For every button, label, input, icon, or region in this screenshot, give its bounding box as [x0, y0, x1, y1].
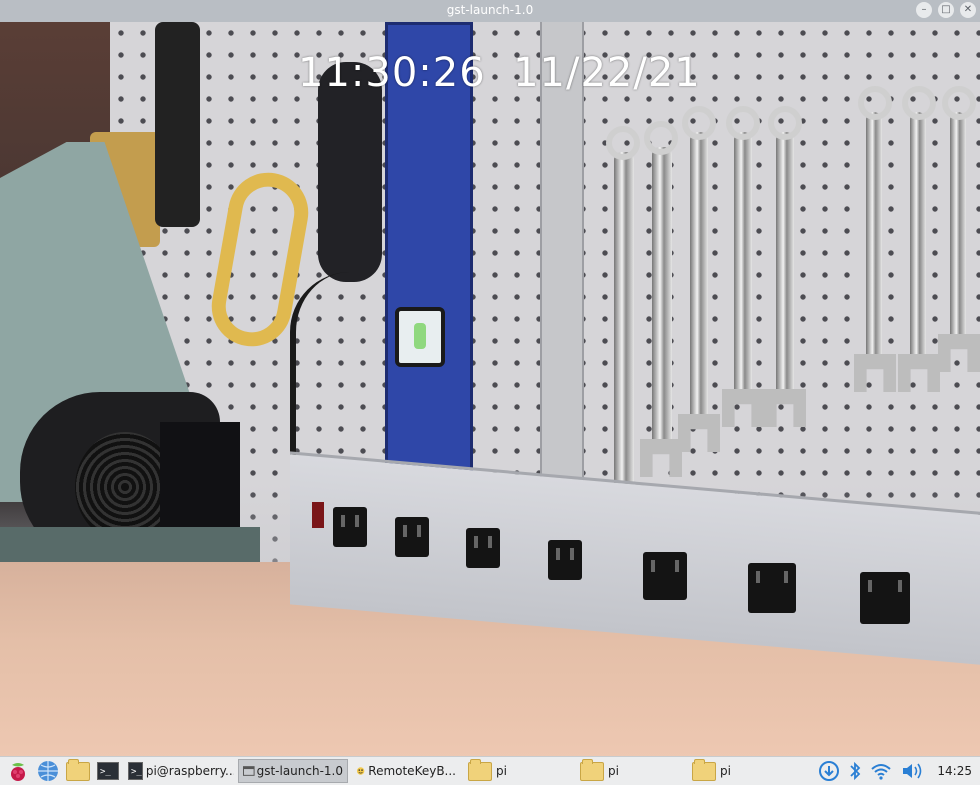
task-folder-pi[interactable]: pi — [576, 759, 684, 783]
outlet — [333, 507, 367, 547]
task-label: pi@raspberry... — [145, 764, 234, 778]
taskbar-clock[interactable]: 14:25 — [937, 764, 972, 778]
volume-icon[interactable] — [901, 762, 923, 780]
terminal-icon[interactable]: >_ — [96, 759, 120, 783]
wrench — [768, 106, 802, 397]
close-icon[interactable]: ✕ — [960, 2, 976, 18]
updates-icon[interactable] — [819, 761, 840, 781]
outlet — [748, 563, 796, 613]
timestamp-overlay: 11:30:26 11/22/21 — [298, 50, 701, 96]
task-label: pi — [496, 764, 507, 778]
system-tray: 14:25 — [819, 761, 980, 781]
hammer — [155, 22, 200, 227]
power-switch — [312, 502, 324, 528]
folder-icon — [468, 759, 492, 781]
outlet — [466, 528, 500, 568]
task-folder-pi[interactable]: pi — [464, 759, 572, 783]
task-gst-launch[interactable]: gst-launch-1.0 — [238, 759, 348, 783]
wrench — [682, 106, 716, 422]
wrench — [902, 86, 936, 362]
wrench — [726, 106, 760, 397]
raspberry-menu-icon[interactable] — [6, 759, 30, 783]
task-label: pi — [608, 764, 619, 778]
window-icon — [243, 766, 255, 776]
window-title: gst-launch-1.0 — [446, 3, 534, 17]
folder-icon — [692, 759, 716, 781]
outlet — [860, 572, 910, 624]
task-label: pi — [720, 764, 731, 778]
bluetooth-icon[interactable] — [849, 761, 861, 781]
file-manager-icon[interactable] — [66, 758, 90, 783]
task-folder-pi[interactable]: pi — [688, 759, 788, 783]
task-terminal[interactable]: >_ pi@raspberry... — [124, 759, 234, 783]
terminal-icon: >_ — [128, 762, 143, 780]
wrench — [942, 86, 976, 342]
window-titlebar[interactable]: gst-launch-1.0 – □ ✕ — [0, 0, 980, 23]
taskbar: >_ >_ pi@raspberry... gst-launch-1.0 Rem… — [0, 756, 980, 785]
outlet — [395, 517, 429, 557]
task-label: gst-launch-1.0 — [256, 764, 343, 778]
wifi-icon[interactable] — [871, 762, 892, 780]
wrench — [644, 121, 678, 447]
outlet — [548, 540, 582, 580]
web-browser-icon[interactable] — [36, 759, 60, 783]
wrench — [606, 126, 640, 492]
minimize-icon[interactable]: – — [916, 2, 932, 18]
maximize-icon[interactable]: □ — [938, 2, 954, 18]
folder-icon — [580, 759, 604, 781]
wrench — [858, 86, 892, 362]
remotekey-icon — [356, 767, 365, 775]
task-remotekey[interactable]: RemoteKeyB... — [352, 759, 460, 783]
video-frame: 11:30:26 11/22/21 — [0, 22, 980, 756]
outlet — [643, 552, 687, 600]
task-label: RemoteKeyB... — [368, 764, 456, 778]
level-vial — [395, 307, 445, 367]
